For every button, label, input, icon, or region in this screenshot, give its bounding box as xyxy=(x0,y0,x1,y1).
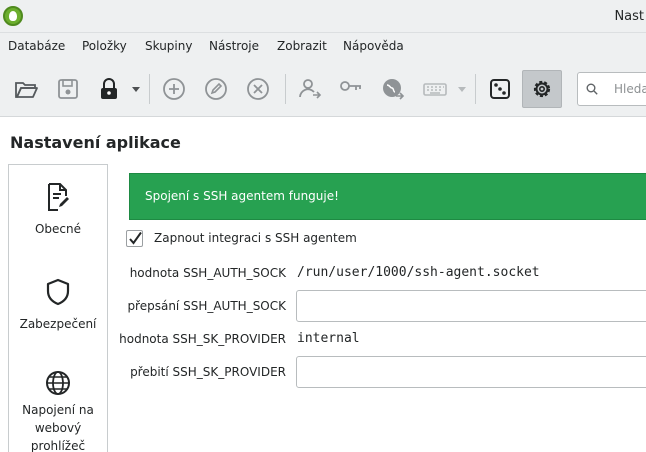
enable-ssh-agent-label[interactable]: Zapnout integraci s SSH agentem xyxy=(154,231,357,245)
add-entry-button[interactable] xyxy=(154,70,194,108)
keyboard-icon xyxy=(423,83,447,96)
menu-databaze[interactable]: Databáze xyxy=(8,39,65,53)
category-browser-integration[interactable]: Napojení na webový prohlížeč xyxy=(9,369,107,452)
menu-zobrazit[interactable]: Zobrazit xyxy=(277,39,327,53)
save-icon xyxy=(58,79,78,99)
open-database-button[interactable] xyxy=(6,70,46,108)
checkmark-icon xyxy=(129,231,142,245)
document-edit-icon xyxy=(48,183,69,211)
enable-ssh-agent-checkbox[interactable] xyxy=(126,230,143,247)
sk-provider-label: hodnota SSH_SK_PROVIDER xyxy=(119,332,286,346)
sk-provider-value: internal xyxy=(297,331,360,346)
search-icon xyxy=(586,83,598,95)
toolbar-separator xyxy=(285,74,286,104)
copy-password-button[interactable] xyxy=(331,70,371,108)
plus-circle-icon xyxy=(163,78,185,100)
folder-open-icon xyxy=(15,82,38,98)
delete-entry-button[interactable] xyxy=(238,70,278,108)
settings-button[interactable] xyxy=(522,70,562,108)
menu-skupiny[interactable]: Skupiny xyxy=(145,39,192,53)
auth-sock-label: hodnota SSH_AUTH_SOCK xyxy=(129,266,286,280)
page-title: Nastavení aplikace xyxy=(10,133,181,152)
sk-provider-override-input[interactable] xyxy=(296,356,646,388)
window-title: Nast xyxy=(614,9,644,24)
category-general[interactable]: Obecné xyxy=(9,182,107,238)
toolbar-separator xyxy=(475,74,476,104)
status-message: Spojení s SSH agentem funguje! xyxy=(145,189,339,203)
search-input[interactable]: Hleda xyxy=(577,72,646,106)
toolbar-separator xyxy=(149,74,150,104)
ssh-status-banner: Spojení s SSH agentem funguje! xyxy=(129,173,646,220)
auth-sock-value: /run/user/1000/ssh-agent.socket xyxy=(297,265,540,280)
category-label: Zabezpečení xyxy=(19,317,97,331)
category-security[interactable]: Zabezpečení xyxy=(9,277,107,333)
lock-database-button[interactable] xyxy=(89,70,129,108)
shield-icon xyxy=(46,278,70,306)
gear-icon xyxy=(533,80,551,98)
globe-arrow-icon xyxy=(383,79,405,100)
search-placeholder: Hleda xyxy=(614,82,646,96)
auth-sock-override-input[interactable] xyxy=(296,290,646,322)
edit-entry-button[interactable] xyxy=(196,70,236,108)
settings-category-list: Obecné Zabezpečení Napojení na webový pr… xyxy=(8,164,108,452)
auth-sock-override-label: přepsání SSH_AUTH_SOCK xyxy=(127,299,286,313)
category-label: Napojení na webový prohlížeč xyxy=(22,403,94,452)
toolbar xyxy=(0,60,646,117)
user-arrow-icon xyxy=(299,79,322,99)
menu-bar: Databáze Položky Skupiny Nástroje Zobraz… xyxy=(0,33,646,60)
save-database-button[interactable] xyxy=(48,70,88,108)
lock-icon xyxy=(101,78,117,99)
menu-polozky[interactable]: Položky xyxy=(82,39,127,53)
pencil-circle-icon xyxy=(205,78,227,100)
open-url-button[interactable] xyxy=(373,70,413,108)
globe-icon xyxy=(46,371,70,395)
transfer-entry-button[interactable] xyxy=(290,70,330,108)
menu-napoveda[interactable]: Nápověda xyxy=(343,39,404,53)
dice-icon xyxy=(490,79,510,99)
lock-dropdown-arrow-icon[interactable] xyxy=(132,87,140,92)
menu-nastroje[interactable]: Nástroje xyxy=(209,39,259,53)
sk-provider-override-label: přebití SSH_SK_PROVIDER xyxy=(130,365,286,379)
password-generator-button[interactable] xyxy=(480,70,520,108)
auto-type-dropdown-arrow-icon[interactable] xyxy=(458,87,466,92)
x-circle-icon xyxy=(247,78,269,100)
keepassxc-logo-icon xyxy=(3,6,23,26)
title-bar: Nast xyxy=(0,0,646,33)
key-icon xyxy=(340,81,361,91)
auto-type-button[interactable] xyxy=(415,70,455,108)
category-label: Obecné xyxy=(34,222,82,236)
